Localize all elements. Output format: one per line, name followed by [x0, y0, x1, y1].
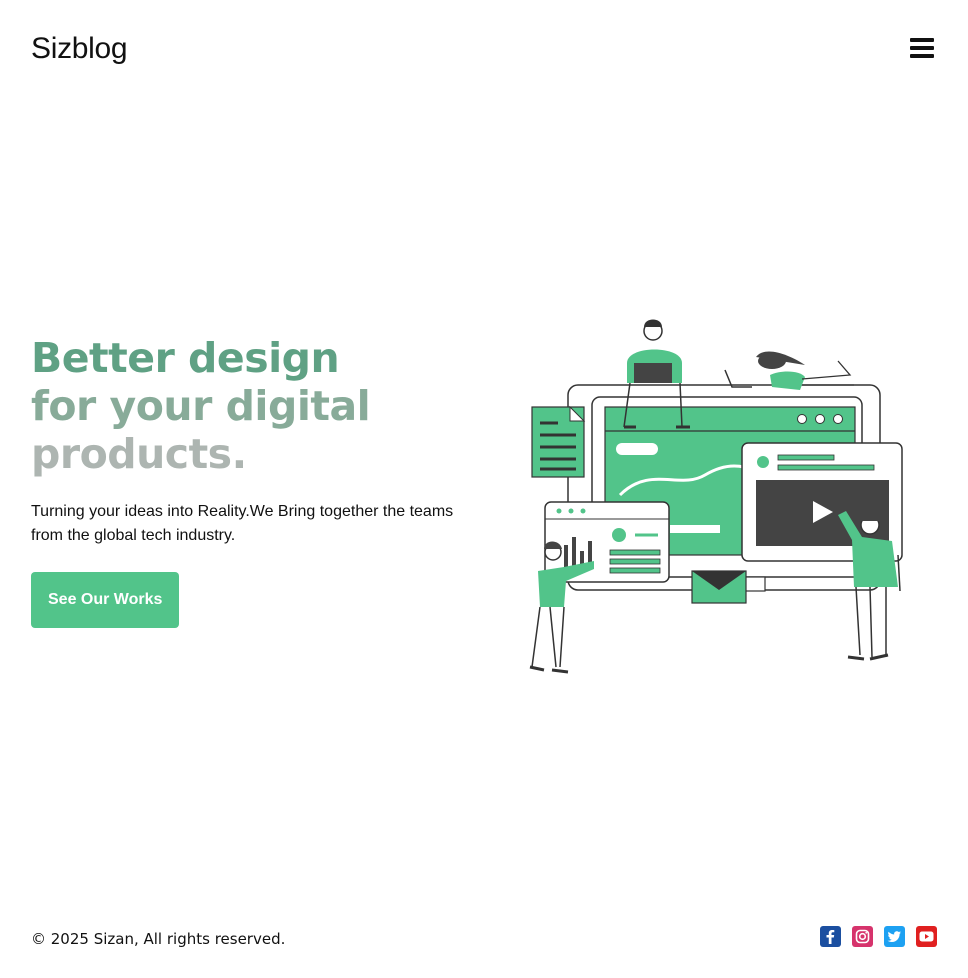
headline-line-1: Better design	[31, 334, 340, 382]
site-header: Sizblog	[0, 0, 968, 96]
hamburger-menu-icon[interactable]	[906, 34, 938, 62]
see-our-works-button[interactable]: See Our Works	[31, 572, 180, 628]
hero-headline: Better design for your digital products.	[31, 334, 481, 478]
headline-line-2: for your digital	[31, 382, 371, 430]
site-footer: © 2025 Sizan, All rights reserved.	[0, 920, 968, 960]
hero-subtitle: Turning your ideas into Reality.We Bring…	[31, 503, 454, 544]
facebook-icon[interactable]	[820, 926, 841, 947]
copyright-text: © 2025 Sizan, All rights reserved.	[31, 930, 286, 948]
twitter-icon[interactable]	[884, 926, 905, 947]
youtube-icon[interactable]	[916, 926, 937, 947]
brand-logo[interactable]: Sizblog	[31, 31, 128, 67]
headline-line-3: products.	[31, 430, 247, 478]
hero-section: Better design for your digital products.…	[31, 334, 481, 628]
team-collaboration-illustration	[520, 315, 910, 680]
instagram-icon[interactable]	[852, 926, 873, 947]
